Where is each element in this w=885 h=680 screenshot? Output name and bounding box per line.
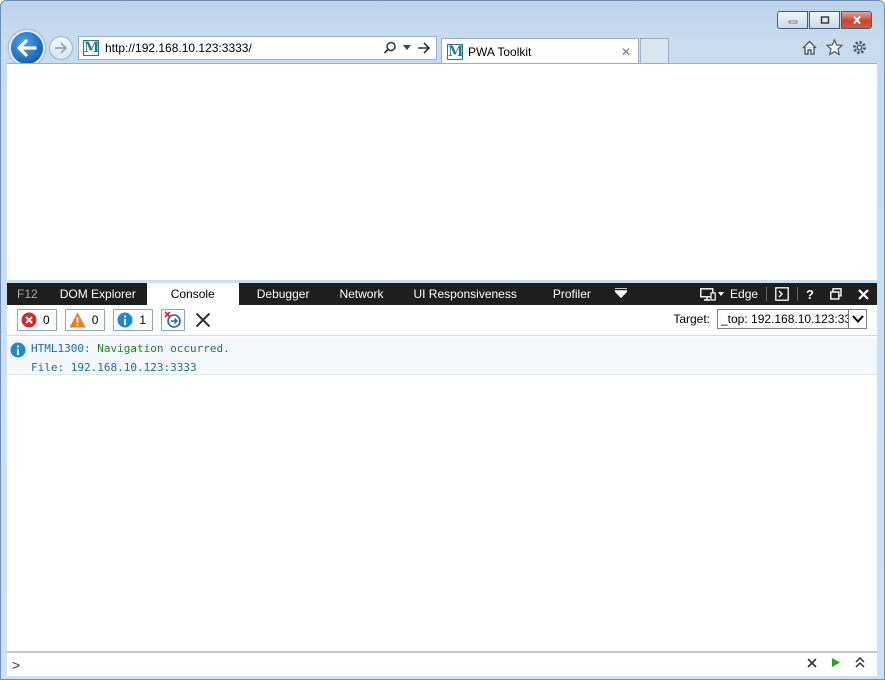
console-toggle-icon[interactable] bbox=[775, 287, 789, 301]
prompt-chevron-icon: > bbox=[12, 656, 21, 673]
info-icon bbox=[117, 312, 133, 328]
back-button[interactable] bbox=[9, 30, 45, 66]
target-value: _top: 192.168.10.123:3333 bbox=[721, 312, 848, 326]
restore-icon bbox=[820, 16, 829, 24]
close-tab-icon[interactable]: ✕ bbox=[621, 45, 638, 59]
warnings-filter-button[interactable]: 0 bbox=[64, 309, 106, 331]
error-icon bbox=[21, 312, 37, 328]
address-bar[interactable]: M http://192.168.10.123:3333/ bbox=[78, 36, 437, 60]
messages-count: 1 bbox=[139, 313, 147, 327]
tab-network[interactable]: Network bbox=[327, 283, 395, 305]
console-input-actions bbox=[807, 657, 865, 668]
console-input-bar[interactable]: > bbox=[7, 651, 877, 676]
browser-window: M http://192.168.10.123:3333/ M PWA Tool… bbox=[0, 0, 885, 680]
separator bbox=[797, 287, 799, 301]
tab-profiler[interactable]: Profiler bbox=[535, 283, 609, 305]
forward-button[interactable] bbox=[49, 36, 73, 60]
target-label: Target: bbox=[673, 312, 710, 326]
messages-filter-button[interactable]: 1 bbox=[113, 309, 154, 331]
target-selector: Target: _top: 192.168.10.123:3333 bbox=[673, 309, 867, 329]
warnings-count: 0 bbox=[91, 313, 99, 327]
run-icon[interactable] bbox=[831, 657, 841, 668]
separator bbox=[766, 287, 768, 301]
devtools-actions: Edge ? bbox=[700, 283, 869, 305]
browser-tab[interactable]: M PWA Toolkit ✕ bbox=[441, 38, 639, 64]
info-icon bbox=[10, 342, 26, 358]
emulation-mode-button[interactable]: Edge bbox=[700, 287, 758, 301]
browser-tools bbox=[801, 39, 868, 56]
tab-favicon: M bbox=[447, 43, 464, 60]
errors-filter-button[interactable]: 0 bbox=[17, 309, 57, 331]
arrow-left-icon bbox=[17, 39, 37, 57]
go-arrow-icon[interactable] bbox=[417, 42, 430, 54]
tab-debugger[interactable]: Debugger bbox=[239, 283, 328, 305]
dropdown-icon[interactable] bbox=[403, 45, 411, 51]
home-icon[interactable] bbox=[801, 39, 818, 56]
target-dropdown[interactable]: _top: 192.168.10.123:3333 bbox=[717, 309, 867, 329]
console-toolbar: 0 0 1 Target: _top: 192.168.10.123:3333 bbox=[7, 305, 877, 336]
page-viewport[interactable] bbox=[7, 63, 877, 280]
arrow-right-icon bbox=[55, 42, 68, 54]
dropdown-arrow[interactable] bbox=[848, 310, 866, 328]
new-tab-button[interactable] bbox=[640, 38, 669, 63]
message-separator: : bbox=[83, 342, 98, 355]
address-actions bbox=[383, 41, 436, 55]
site-favicon: M bbox=[83, 40, 100, 56]
close-icon[interactable] bbox=[858, 288, 869, 300]
close-window-button[interactable] bbox=[841, 11, 872, 29]
console-message[interactable]: HTML1300: Navigation occurred. File: 192… bbox=[7, 338, 877, 375]
clear-on-navigate-button[interactable] bbox=[161, 309, 186, 331]
message-code[interactable]: HTML1300 bbox=[31, 342, 84, 355]
tab-f12: F12 bbox=[17, 287, 38, 301]
more-tools-button[interactable] bbox=[609, 283, 633, 305]
undock-icon[interactable] bbox=[830, 288, 842, 300]
message-line: HTML1300: Navigation occurred. bbox=[31, 342, 230, 355]
favorites-star-icon[interactable] bbox=[826, 39, 843, 56]
dropdown-icon bbox=[718, 291, 725, 296]
maximize-button[interactable] bbox=[809, 11, 840, 29]
monitor-icon bbox=[700, 287, 716, 301]
clear-input-icon[interactable] bbox=[807, 657, 817, 668]
warning-icon bbox=[69, 312, 86, 328]
tab-dom-explorer[interactable]: DOM Explorer bbox=[49, 283, 147, 305]
minimize-button[interactable] bbox=[777, 11, 808, 29]
message-file-link[interactable]: File: 192.168.10.123:3333 bbox=[31, 361, 197, 374]
minimize-icon bbox=[788, 20, 797, 24]
window-controls bbox=[776, 11, 872, 29]
gear-icon[interactable] bbox=[851, 39, 868, 56]
chevron-down-icon bbox=[613, 287, 629, 299]
tab-console[interactable]: Console bbox=[146, 283, 239, 305]
tab-ui-responsiveness[interactable]: UI Responsiveness bbox=[395, 283, 534, 305]
f12-developer-tools: F12 DOM Explorer Console Debugger Networ… bbox=[7, 283, 877, 676]
chevron-down-icon bbox=[851, 315, 864, 323]
search-icon[interactable] bbox=[383, 41, 397, 55]
close-icon bbox=[852, 16, 861, 24]
clear-console-icon[interactable] bbox=[195, 312, 211, 328]
message-text: Navigation occurred. bbox=[97, 342, 230, 355]
tab-title: PWA Toolkit bbox=[468, 44, 532, 59]
expand-multiline-icon[interactable] bbox=[855, 657, 865, 668]
devtools-tab-bar: F12 DOM Explorer Console Debugger Networ… bbox=[7, 283, 877, 305]
errors-count: 0 bbox=[43, 313, 50, 327]
clear-on-navigate-icon bbox=[164, 311, 181, 328]
address-url[interactable]: http://192.168.10.123:3333/ bbox=[105, 41, 383, 55]
help-icon[interactable]: ? bbox=[806, 287, 814, 302]
emulation-label: Edge bbox=[730, 287, 759, 301]
